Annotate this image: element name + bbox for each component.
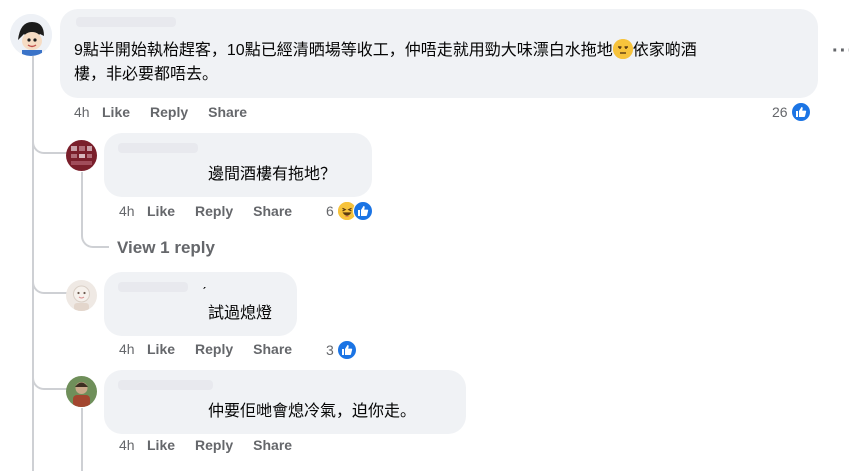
reply-2-reactions[interactable]: 3 <box>326 340 357 360</box>
avatar-reply-2[interactable] <box>66 280 97 311</box>
reply-2-actions: 4h Like Reply Share <box>119 341 312 357</box>
comment-more-options-button[interactable]: ··· <box>832 40 849 63</box>
reply-1-name-redacted <box>118 143 198 153</box>
thread-connector-reply-2 <box>32 270 68 294</box>
thread-connector-reply-3 <box>32 366 68 390</box>
reply-3-like-button[interactable]: Like <box>147 437 175 453</box>
reply-2-bubble: ˊ 試過熄燈 <box>104 272 297 336</box>
thread-connector-reply-1 <box>32 130 68 154</box>
avatar-main-commenter[interactable] <box>10 14 52 56</box>
reply-3-actions: 4h Like Reply Share <box>119 437 312 453</box>
main-comment-text-line2: 樓，非必要都唔去。 <box>74 66 219 83</box>
thread-connector-view-reply <box>81 222 109 248</box>
main-comment-timestamp[interactable]: 4h <box>74 104 102 120</box>
reply-2-share-button[interactable]: Share <box>253 341 292 357</box>
main-comment-actions: 4h Like Reply Share <box>74 104 267 120</box>
reply-3-reply-button[interactable]: Reply <box>195 437 233 453</box>
reply-1-actions: 4h Like Reply Share <box>119 203 312 219</box>
view-replies-button[interactable]: View 1 reply <box>117 238 215 258</box>
reply-3-text: 仲要佢哋會熄冷氣，迫你走。 <box>208 403 417 420</box>
reply-1-reactions[interactable]: 6 <box>326 201 373 221</box>
reply-3-bubble: 仲要佢哋會熄冷氣，迫你走。 <box>104 370 466 434</box>
like-icon <box>336 340 357 360</box>
main-comment-text-part2: 依家啲酒 <box>632 42 697 59</box>
reply-1-like-button[interactable]: Like <box>147 203 175 219</box>
commenter-name-redacted <box>76 17 176 27</box>
thread-line-reply-3 <box>81 408 83 471</box>
main-comment-bubble: 9點半開始執枱趕客，10點已經清晒場等收工，仲唔走就用勁大味漂白水拖地 依家啲酒樓… <box>60 9 818 98</box>
reply-3-timestamp[interactable]: 4h <box>119 437 147 453</box>
main-comment-text-part1: 9點半開始執枱趕客，10點已經清晒場等收工，仲唔走就用勁大味漂白水拖地 <box>74 42 613 59</box>
reply-2-reply-button[interactable]: Reply <box>195 341 233 357</box>
main-comment-share-button[interactable]: Share <box>208 104 247 120</box>
like-icon <box>790 102 811 122</box>
reply-1-reply-button[interactable]: Reply <box>195 203 233 219</box>
reply-3-name-redacted <box>118 380 213 390</box>
reply-1-share-button[interactable]: Share <box>253 203 292 219</box>
reply-2-name-redacted <box>118 282 188 292</box>
reply-2-like-button[interactable]: Like <box>147 341 175 357</box>
reply-1-reaction-count: 6 <box>326 203 334 219</box>
reply-1-bubble: 邊間酒樓有拖地？ <box>104 133 372 197</box>
reply-2-timestamp[interactable]: 4h <box>119 341 147 357</box>
main-comment-reply-button[interactable]: Reply <box>150 104 188 120</box>
avatar-reply-1[interactable] <box>66 140 97 171</box>
reply-2-mark: ˊ <box>202 284 207 300</box>
reply-2-reaction-count: 3 <box>326 342 334 358</box>
main-comment-reaction-count: 26 <box>772 104 788 120</box>
reply-3-share-button[interactable]: Share <box>253 437 292 453</box>
like-icon <box>352 201 373 221</box>
main-comment-text: 9點半開始執枱趕客，10點已經清晒場等收工，仲唔走就用勁大味漂白水拖地 依家啲酒樓… <box>74 39 814 87</box>
main-comment-reactions[interactable]: 26 <box>772 102 811 122</box>
unamused-face-icon <box>612 39 633 59</box>
thread-line-main <box>32 54 34 471</box>
main-comment-like-button[interactable]: Like <box>102 104 130 120</box>
avatar-reply-3[interactable] <box>66 376 97 407</box>
reply-2-text: 試過熄燈 <box>208 305 273 322</box>
reply-1-text: 邊間酒樓有拖地？ <box>208 166 337 183</box>
reply-1-timestamp[interactable]: 4h <box>119 203 147 219</box>
